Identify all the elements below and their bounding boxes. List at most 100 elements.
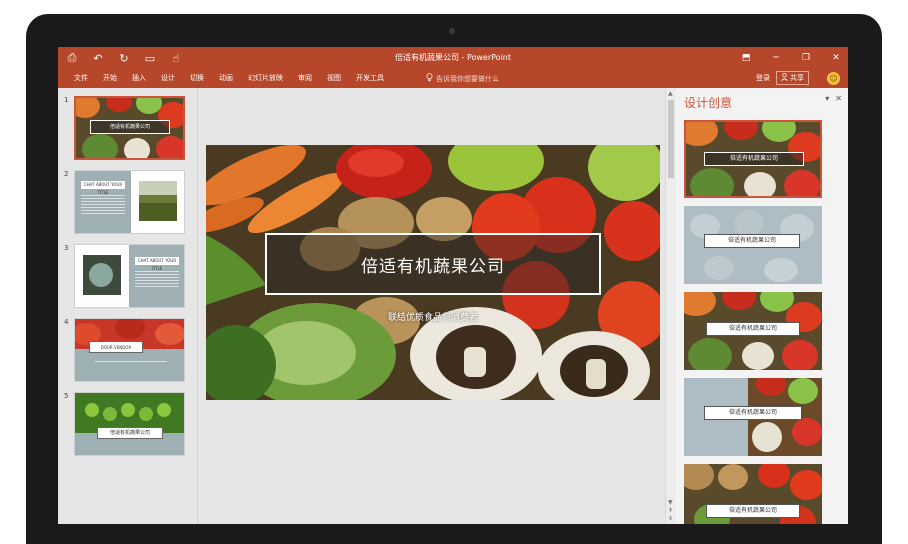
veg-shape xyxy=(155,323,184,345)
veg-shape xyxy=(724,122,758,140)
thumbnail-title: DOUR VENDOR xyxy=(89,341,143,353)
veg-shape xyxy=(76,98,100,118)
slide-thumbnail-1[interactable]: 倍适有机蔬果公司 xyxy=(74,96,185,160)
tab-slideshow[interactable]: 幻灯片放映 xyxy=(242,73,292,83)
veg-shape xyxy=(756,378,786,396)
close-icon[interactable]: ✕ xyxy=(835,94,842,103)
slide-title-box[interactable]: 倍适有机蔬果公司 xyxy=(265,233,601,295)
veg-shape xyxy=(734,210,764,236)
feedback-smiley-icon[interactable]: ☺ xyxy=(827,71,840,85)
person-icon xyxy=(781,73,788,83)
thumbnail-title: CHAT ABOUT YOUR TITLE xyxy=(135,257,179,271)
thumbnail-row-4: 4 DOUR VENDOR xyxy=(64,318,185,382)
veg-shape xyxy=(124,138,150,158)
design-option-3[interactable]: 倍适有机蔬果公司 xyxy=(684,292,822,370)
veg-shape xyxy=(744,172,776,196)
design-label: 倍适有机蔬果公司 xyxy=(704,406,802,420)
veg-shape xyxy=(704,256,734,280)
slide-title: 倍适有机蔬果公司 xyxy=(361,256,505,277)
minimize-icon[interactable]: ─ xyxy=(768,49,784,67)
tab-insert[interactable]: 插入 xyxy=(126,73,155,83)
camera xyxy=(449,28,455,34)
restore-icon[interactable]: ❐ xyxy=(798,49,814,67)
ribbon-tabs: 文件 开始 插入 设计 切换 动画 幻灯片放映 审阅 视图 开发工具 xyxy=(68,73,393,83)
veg-shape xyxy=(690,168,734,196)
design-option-1[interactable]: 倍适有机蔬果公司 xyxy=(684,120,822,198)
ribbon-tab-bar: 文件 开始 插入 设计 切换 动画 幻灯片放映 审阅 视图 开发工具 告诉我你想… xyxy=(58,69,848,88)
slide-thumbnail-4[interactable]: DOUR VENDOR xyxy=(74,318,185,382)
tab-review[interactable]: 审阅 xyxy=(292,73,321,83)
tab-animations[interactable]: 动画 xyxy=(213,73,242,83)
veg-shape xyxy=(121,403,135,417)
design-label: 倍适有机蔬果公司 xyxy=(706,504,800,518)
ribbon-display-options-icon[interactable]: ⬒ xyxy=(738,49,754,67)
tab-design[interactable]: 设计 xyxy=(155,73,184,83)
thumbnail-text-lines xyxy=(95,361,167,364)
slide-number: 2 xyxy=(64,170,69,178)
thumbnail-row-2: 2 CHAT ABOUT YOUR TITLE xyxy=(64,170,185,234)
veg-shape xyxy=(752,422,782,452)
tab-view[interactable]: 视图 xyxy=(321,73,350,83)
tab-file[interactable]: 文件 xyxy=(68,73,97,83)
slide-number: 4 xyxy=(64,318,69,326)
slide-editor: 倍适有机蔬果公司 联结优质食品与消费者 xyxy=(199,88,665,524)
design-label: 倍适有机蔬果公司 xyxy=(704,152,804,166)
scrollbar-thumb[interactable] xyxy=(668,100,674,178)
current-slide[interactable]: 倍适有机蔬果公司 联结优质食品与消费者 xyxy=(206,145,660,400)
login-link[interactable]: 登录 xyxy=(756,73,770,83)
veg-shape xyxy=(103,407,117,421)
slide-thumbnails-pane: 1 倍适有机蔬果公司 2 CHAT ABOUT YOUR TITLE 3 CHA… xyxy=(58,88,198,524)
slide-number: 3 xyxy=(64,244,69,252)
share-label: 共享 xyxy=(790,74,804,82)
lightbulb-icon xyxy=(426,73,433,84)
design-label: 倍适有机蔬果公司 xyxy=(704,234,800,248)
designer-controls: ▾ ✕ xyxy=(825,94,842,103)
tab-home[interactable]: 开始 xyxy=(97,73,126,83)
editor-scrollbar[interactable]: ▲ ▼ ⇞ ⇟ xyxy=(665,88,676,524)
tell-me-text: 告诉我你想要做什么 xyxy=(436,74,499,83)
tab-transitions[interactable]: 切换 xyxy=(184,73,213,83)
scroll-down-icon[interactable]: ▼ xyxy=(668,499,673,506)
thumbnail-title: 倍适有机蔬果公司 xyxy=(90,120,170,134)
slide-subtitle[interactable]: 联结优质食品与消费者 xyxy=(206,310,660,323)
veg-shape xyxy=(157,403,171,417)
thumbnail-text-lines xyxy=(81,195,125,216)
share-button[interactable]: 共享 xyxy=(776,71,809,85)
tab-developer[interactable]: 开发工具 xyxy=(350,73,393,83)
design-option-2[interactable]: 倍适有机蔬果公司 xyxy=(684,206,822,284)
veg-shape xyxy=(82,134,118,158)
thumbnail-row-1: 1 倍适有机蔬果公司 xyxy=(64,96,185,160)
design-label: 倍适有机蔬果公司 xyxy=(706,322,800,336)
thumbnail-field xyxy=(139,203,177,221)
tell-me-box[interactable]: 告诉我你想要做什么 xyxy=(426,73,499,84)
powerpoint-window: ⎙ ↶ ↻ ▭ ☝ 倍适有机蔬果公司 - PowerPoint ⬒ ─ ❐ ✕ … xyxy=(58,47,848,524)
veg-shape xyxy=(684,464,714,490)
veg-shape xyxy=(718,464,748,490)
previous-slide-icon[interactable]: ⇞ xyxy=(668,507,673,514)
slide-thumbnail-2[interactable]: CHAT ABOUT YOUR TITLE xyxy=(74,170,185,234)
thumbnail-row-3: 3 CHAT ABOUT YOUR TITLE xyxy=(64,244,185,308)
title-bar: ⎙ ↶ ↻ ▭ ☝ 倍适有机蔬果公司 - PowerPoint ⬒ ─ ❐ ✕ xyxy=(58,47,848,69)
design-option-4[interactable]: 倍适有机蔬果公司 xyxy=(684,378,822,456)
veg-shape xyxy=(89,263,113,287)
design-option-5[interactable]: 倍适有机蔬果公司 xyxy=(684,464,822,524)
designer-pane: 设计创意 ▾ ✕ 倍适有机蔬果公司 倍适有机蔬果公司 倍适有机蔬果公司 倍适有机… xyxy=(676,88,848,524)
scroll-up-icon[interactable]: ▲ xyxy=(668,90,673,97)
veg-shape xyxy=(156,136,183,158)
veg-shape xyxy=(788,378,818,404)
chevron-down-icon[interactable]: ▾ xyxy=(825,94,829,103)
thumbnail-title: 倍适有机蔬果公司 xyxy=(97,427,163,439)
thumbnail-photo xyxy=(139,181,177,221)
veg-shape xyxy=(106,98,132,112)
veg-shape xyxy=(792,418,822,446)
window-controls: ⬒ ─ ❐ ✕ xyxy=(738,49,844,67)
veg-shape xyxy=(742,342,774,370)
slide-thumbnail-3[interactable]: CHAT ABOUT YOUR TITLE xyxy=(74,244,185,308)
close-icon[interactable]: ✕ xyxy=(828,49,844,67)
thumbnail-sky xyxy=(139,181,177,195)
veg-shape xyxy=(115,319,145,339)
slide-thumbnail-5[interactable]: 倍适有机蔬果公司 xyxy=(74,392,185,456)
next-slide-icon[interactable]: ⇟ xyxy=(668,515,673,522)
veg-shape xyxy=(686,122,718,146)
thumbnail-row-5: 5 倍适有机蔬果公司 xyxy=(64,392,185,456)
